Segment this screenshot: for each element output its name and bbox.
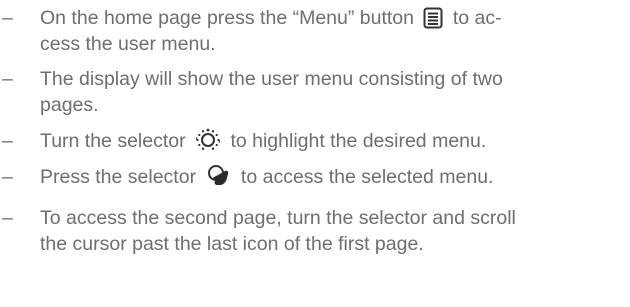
item-5-line-2: the cursor past the last icon of the fir… — [40, 233, 424, 255]
list-item-text: On the home page press the “Menu” button… — [40, 5, 630, 57]
list-item-text: Turn the selector to highlight the desir… — [40, 128, 630, 154]
item-2-line-1: The display will show the user menu cons… — [40, 68, 503, 90]
list-item: – Press the selector to access the selec… — [0, 164, 630, 190]
list-item-text: To access the second page, turn the sele… — [40, 205, 630, 257]
item-1-line-1-end: to ac- — [452, 7, 502, 29]
item-1-line-1: On the home page press the “Menu” button — [40, 7, 414, 29]
list-item: – On the home page press the “Menu” butt… — [0, 5, 630, 57]
item-2-line-2: pages. — [40, 94, 99, 116]
list-item: – The display will show the user menu co… — [0, 66, 630, 118]
list-item: – To access the second page, turn the se… — [0, 205, 630, 257]
item-3-pre: Turn the selector — [40, 130, 186, 152]
item-4-pre: Press the selector — [40, 166, 197, 188]
list-dash: – — [2, 7, 13, 29]
list-item: – Turn the selector to highlight the des… — [0, 128, 630, 154]
list-item-text: Press the selector to access the selecte… — [40, 164, 630, 190]
item-3-post: to highlight the desired menu. — [230, 130, 487, 152]
list-dash: – — [2, 166, 13, 188]
press-selector-icon — [206, 164, 232, 188]
item-5-line-1: To access the second page, turn the sele… — [40, 207, 516, 229]
list-dash: – — [2, 68, 13, 90]
item-1-line-2: cess the user menu. — [40, 33, 216, 55]
list-dash: – — [2, 130, 13, 152]
menu-icon — [423, 7, 443, 29]
list-item-text: The display will show the user menu cons… — [40, 66, 630, 118]
item-4-post: to access the selected menu. — [240, 166, 494, 188]
rotate-selector-icon — [195, 128, 221, 152]
list-dash: – — [2, 207, 13, 229]
